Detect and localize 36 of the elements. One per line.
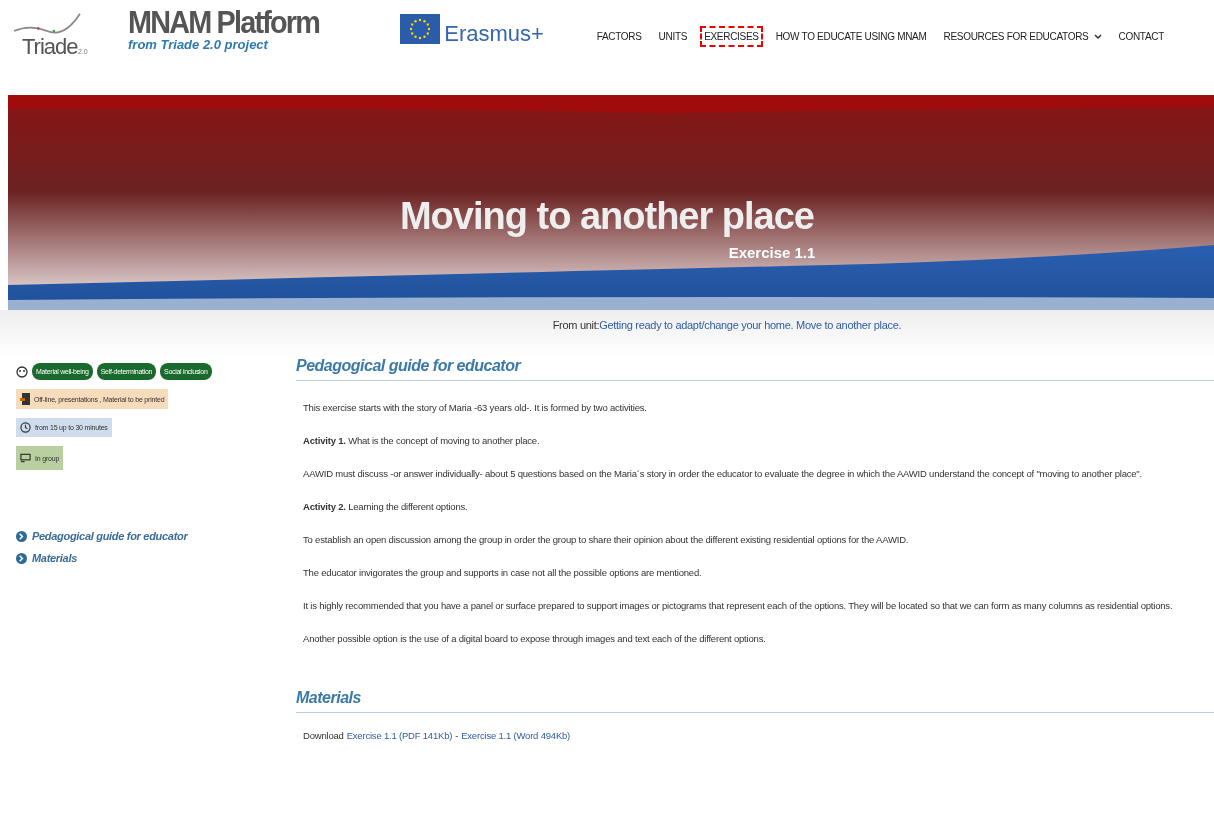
nav-link[interactable]: HOW TO EDUCATE USING MNAM: [771, 26, 931, 47]
section-link[interactable]: Materials: [16, 552, 188, 564]
download-link[interactable]: Exercise 1.1 (PDF 141Kb): [346, 729, 453, 742]
eu-flag-icon: [400, 14, 441, 44]
arrow-circle-icon: [16, 530, 27, 542]
paragraph: To establish an open discussion among the group in order the group to share their opinion about the different existing residential options for the AAWID.: [303, 533, 910, 546]
section-heading: Pedagogical guide for educator: [296, 357, 1214, 381]
caret-icon: [1093, 33, 1102, 40]
paragraph: This exercise starts with the story of Maria -63 years old-. It is formed by two activities.: [303, 401, 648, 414]
platform-title: MNAM Platform: [128, 4, 319, 40]
paragraph: Activity 2. Learning the different options.: [303, 500, 469, 513]
nav-link[interactable]: EXERCISES: [700, 26, 763, 47]
section-heading: Materials: [296, 689, 1214, 713]
section-link[interactable]: Pedagogical guide for educator: [16, 530, 188, 542]
nav-link[interactable]: FACTORS: [592, 26, 646, 47]
separator-text: -: [455, 729, 459, 742]
arrow-circle-icon: [16, 552, 27, 564]
nav-link[interactable]: UNITS: [654, 26, 692, 47]
erasmus-logo-text: Erasmus+: [444, 24, 544, 44]
paragraph: It is highly recommended that you have a panel or surface prepared to support images or pictograms that represent each of the options. They will be located so that we can form as many columns as residential options.: [303, 599, 1174, 612]
paragraph: Another possible option is the use of a digital board to expose through images and text each of the different options.: [303, 632, 767, 645]
download-label: Download: [303, 729, 344, 742]
unit-link[interactable]: Getting ready to adapt/change your home. Move to another place.: [599, 319, 902, 331]
nav-link[interactable]: CONTACT: [1114, 26, 1168, 47]
logo-text: Triade: [22, 34, 78, 60]
paragraph: Activity 1. What is the concept of moving to another place.: [303, 434, 541, 447]
clock-icon: [20, 422, 31, 433]
exercise-label: Exercise 1.1: [728, 244, 816, 261]
banner-title: Moving to another place: [399, 195, 814, 238]
platform-subtitle: from Triade 2.0 project: [128, 37, 270, 52]
document-icon: [20, 393, 30, 405]
from-unit-label: From unit:: [552, 319, 600, 331]
paragraph: AAWID must discuss -or answer individually- about 5 questions based on the Maria´s story in order the educator to evaluate the degree in which the AAWID understand the concept of "moving to another place".: [303, 467, 1143, 480]
nav-link[interactable]: RESOURCES FOR EDUCATORS: [939, 26, 1106, 47]
paragraph: The educator invigorates the group and supports in case not all the possible options are mentioned.: [303, 566, 703, 579]
download-link[interactable]: Exercise 1.1 (Word 494Kb): [461, 729, 571, 742]
